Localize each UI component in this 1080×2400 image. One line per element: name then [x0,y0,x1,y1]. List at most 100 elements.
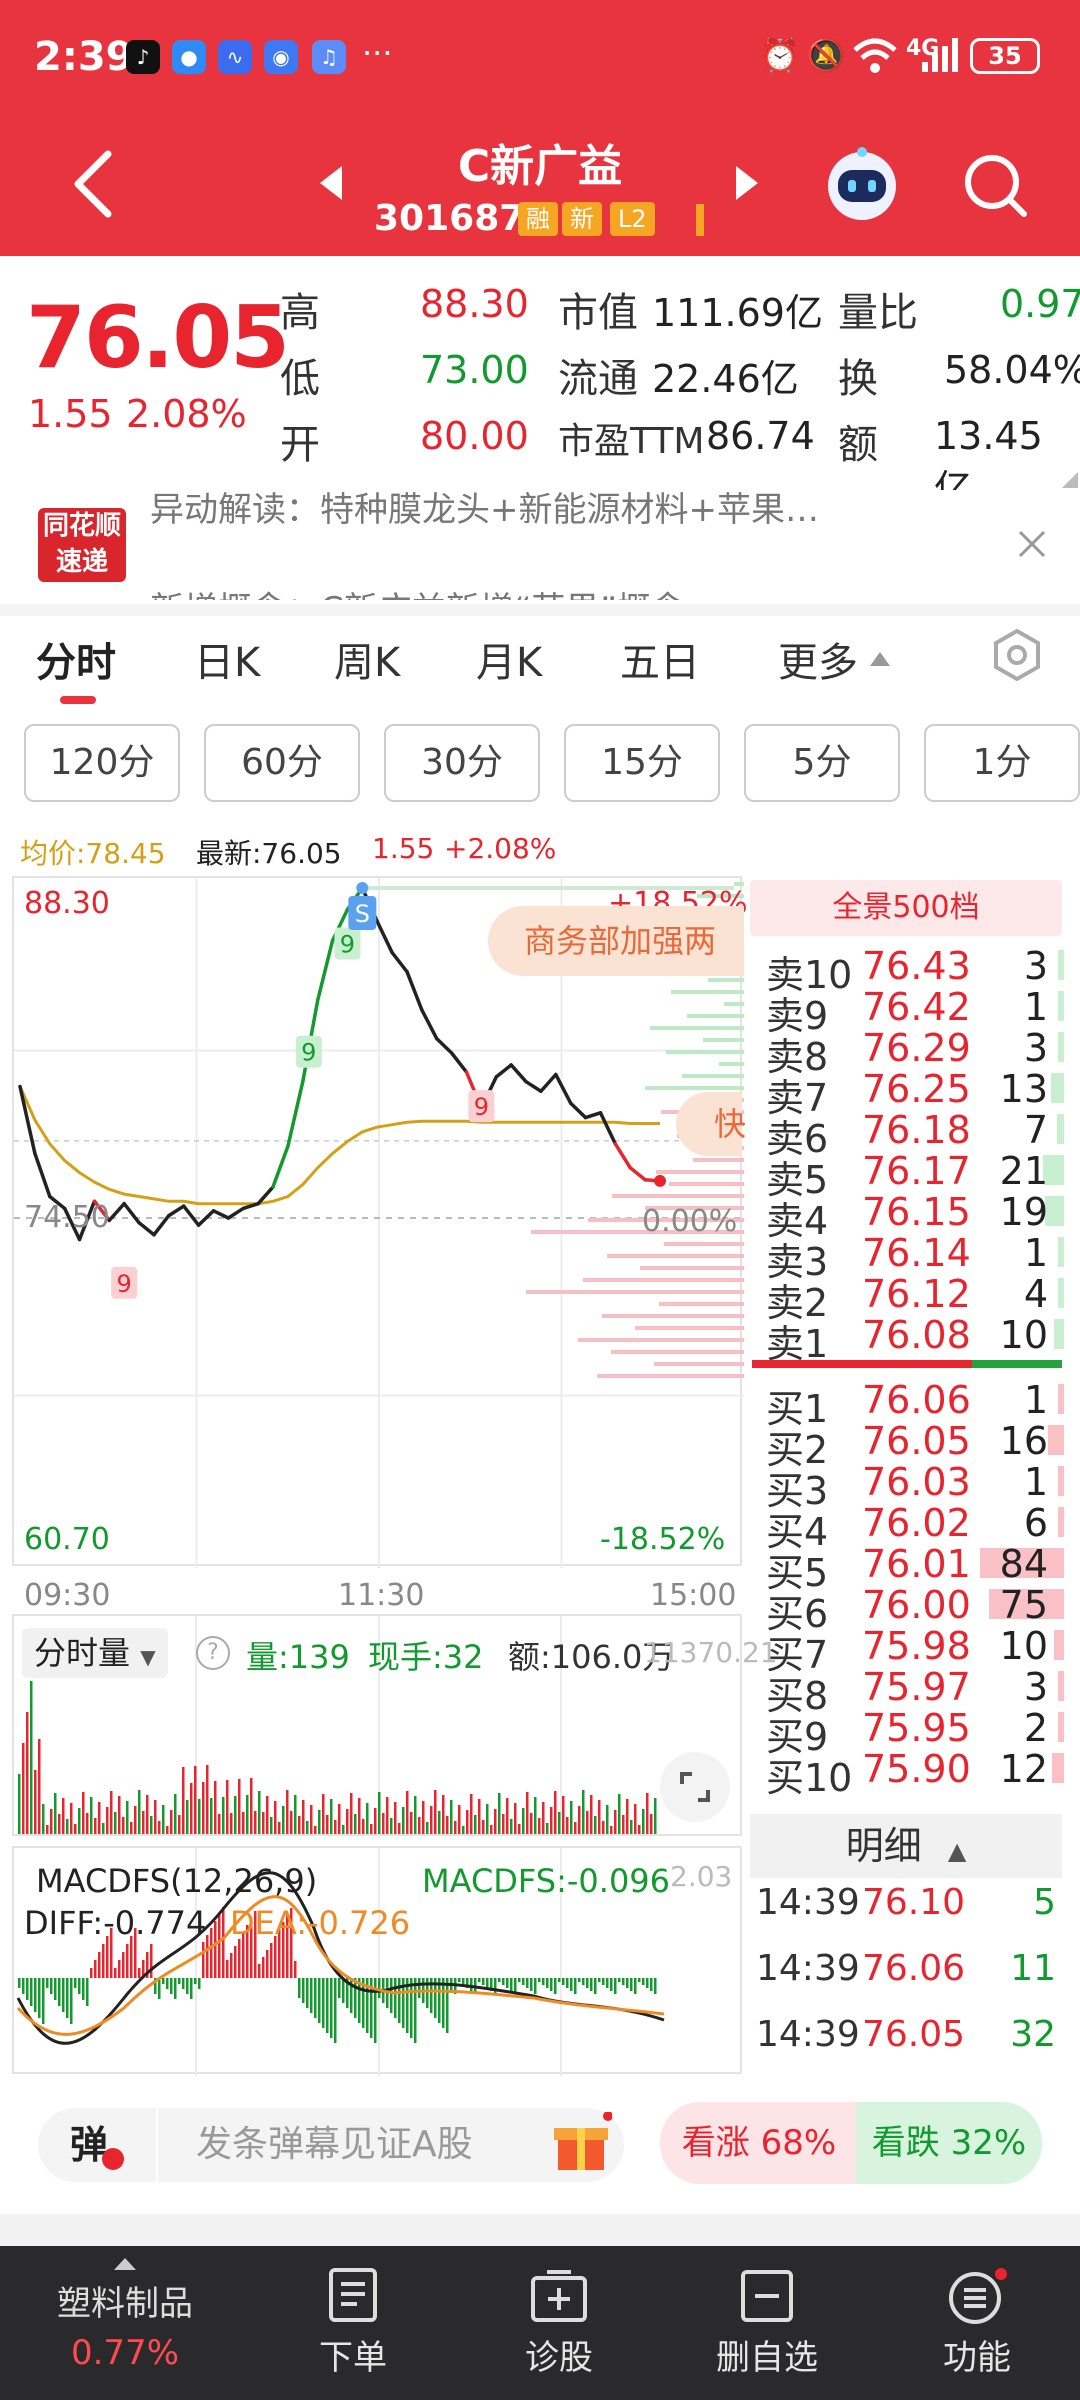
news-line-2[interactable]: 新增概念：C新广益新增“苹果”概念 [150,582,685,600]
app-header: 2:39 ♪ ● ∿ ◉ ♫ ··· ⏰ 🔕 4G 35 C新广益 301687… [0,0,1080,256]
trade-vol: 11 [1010,1948,1056,1989]
functions-button[interactable]: 功能 [892,2246,1062,2400]
volume-bar [214,1781,217,1834]
volume-bar [242,1812,245,1834]
ask-row[interactable]: 卖2 76.12 4 [752,1272,1064,1325]
volume-bar [38,1739,41,1834]
price-line-segment [286,1079,305,1149]
bid-row[interactable]: 买7 75.98 10 [752,1624,1064,1677]
settings-icon[interactable] [990,628,1044,682]
bid-row[interactable]: 买9 75.95 2 [752,1706,1064,1759]
help-icon[interactable]: ? [196,1636,230,1670]
ask-row[interactable]: 卖1 76.08 10 [752,1313,1064,1366]
tab-intraday[interactable]: 分时 [36,630,116,688]
volume-bar [134,1806,137,1834]
news-line-1[interactable]: 异动解读：特种膜龙头+新能源材料+苹果… [150,490,819,531]
depth-bar [693,1158,744,1162]
search-icon[interactable] [960,150,1030,220]
sector-indicator[interactable]: 塑料制品 0.77% [0,2246,250,2400]
bid-row[interactable]: 买3 76.03 1 [752,1460,1064,1513]
next-stock-icon[interactable] [734,164,760,202]
macd-histogram-bar [650,1978,653,1991]
volume-bar [442,1795,445,1834]
tab-more[interactable]: 更多 [778,630,858,688]
period-15[interactable]: 15分 [564,724,720,802]
volume-bar [526,1792,529,1834]
ask-row[interactable]: 卖3 76.14 1 [752,1231,1064,1284]
bid-price: 76.06 [862,1378,971,1422]
bid-vol: 12 [999,1747,1048,1791]
intraday-chart[interactable]: 9999S [12,876,744,1568]
gift-icon[interactable] [550,2112,612,2174]
ask-vol: 10 [999,1313,1048,1357]
period-30[interactable]: 30分 [384,724,540,802]
trade-detail-row: 14:39 76.06 11 [756,1948,1062,2002]
side-tag[interactable]: 快 [676,1092,746,1156]
fullscreen-button[interactable] [660,1752,730,1822]
ask-row[interactable]: 卖7 76.25 13 [752,1067,1064,1120]
volume-bar [278,1822,281,1834]
ask-row[interactable]: 卖6 76.18 7 [752,1108,1064,1161]
macd-histogram-bar [294,1961,297,1978]
bid-row[interactable]: 买2 76.05 16 [752,1419,1064,1472]
macd-histogram-bar [182,1978,185,1989]
latest-price-label: 最新:76.05 [196,837,342,870]
bid-row[interactable]: 买8 75.97 3 [752,1665,1064,1718]
alarm-icon: ⏰ [760,36,800,74]
signal-icon [922,38,958,72]
period-5[interactable]: 5分 [744,724,900,802]
bid-row[interactable]: 买6 76.00 75 [752,1583,1064,1636]
macd-histogram-bar [522,1978,525,1985]
volume-selector[interactable]: 分时量 ▼ [22,1628,168,1678]
ask-row[interactable]: 卖4 76.15 19 [752,1190,1064,1243]
price-line-segment [33,1151,52,1199]
period-60[interactable]: 60分 [204,724,360,802]
depth-bar [640,1266,744,1270]
price-line-segment [137,1221,156,1237]
order-book-title[interactable]: 全景500档 [750,880,1062,936]
volume-bar [290,1811,293,1834]
ask-vol: 3 [1023,1026,1048,1070]
bid-row[interactable]: 买5 76.01 84 [752,1542,1064,1595]
price-change-pct: 2.08% [126,392,247,436]
volume-bar [518,1824,521,1834]
bid-row[interactable]: 买1 76.06 1 [752,1378,1064,1431]
volume-bar [74,1824,77,1834]
volume-bar [474,1815,477,1834]
close-icon[interactable] [1016,528,1048,560]
volume-bar [178,1815,181,1834]
sector-pct: 0.77% [70,2333,179,2373]
ask-row[interactable]: 卖8 76.29 3 [752,1026,1064,1079]
danmu-toggle[interactable]: 弹 [38,2108,156,2182]
tab-daily-k[interactable]: 日K [194,630,260,688]
tab-weekly-k[interactable]: 周K [334,630,400,688]
depth-bar [645,1086,744,1090]
macd-histogram-bar [62,1978,65,2012]
bid-row[interactable]: 买4 76.02 6 [752,1501,1064,1554]
detail-header[interactable]: 明细 ▲ [750,1814,1062,1878]
ask-row[interactable]: 卖9 76.42 1 [752,985,1064,1038]
ask-price: 76.18 [862,1108,971,1152]
bid-row[interactable]: 买10 75.90 12 [752,1747,1064,1800]
news-ticker[interactable]: 异动解读：特种膜龙头+新能源材料+苹果… 新增概念：C新广益新增“苹果”概念 [0,490,1080,600]
tab-five-day[interactable]: 五日 [620,630,700,688]
news-banner[interactable]: 商务部加强两 [488,906,744,976]
high-dot [356,882,369,894]
diagnose-button[interactable]: 诊股 [474,2246,644,2400]
tab-monthly-k[interactable]: 月K [476,630,542,688]
ask-row[interactable]: 卖5 76.17 21 [752,1149,1064,1202]
macd-name[interactable]: MACDFS(12,26,9) [36,1862,317,1900]
ask-row[interactable]: 卖10 76.43 3 [752,944,1064,997]
expand-corner-icon[interactable] [1062,472,1078,488]
vote-up-button[interactable]: 看涨 68% [660,2102,858,2184]
robot-assistant-icon[interactable] [824,146,900,222]
period-120[interactable]: 120分 [24,724,180,802]
macd-histogram-bar [498,1978,501,1982]
period-1[interactable]: 1分 [924,724,1080,802]
order-button[interactable]: 下单 [268,2246,438,2400]
macd-histogram-bar [230,1953,233,1978]
macd-histogram-bar [38,1978,41,2018]
avg-price-label: 均价:78.45 [20,837,166,870]
remove-watchlist-button[interactable]: 删自选 [682,2246,852,2400]
vote-down-button[interactable]: 看跌 32% [856,2102,1042,2184]
